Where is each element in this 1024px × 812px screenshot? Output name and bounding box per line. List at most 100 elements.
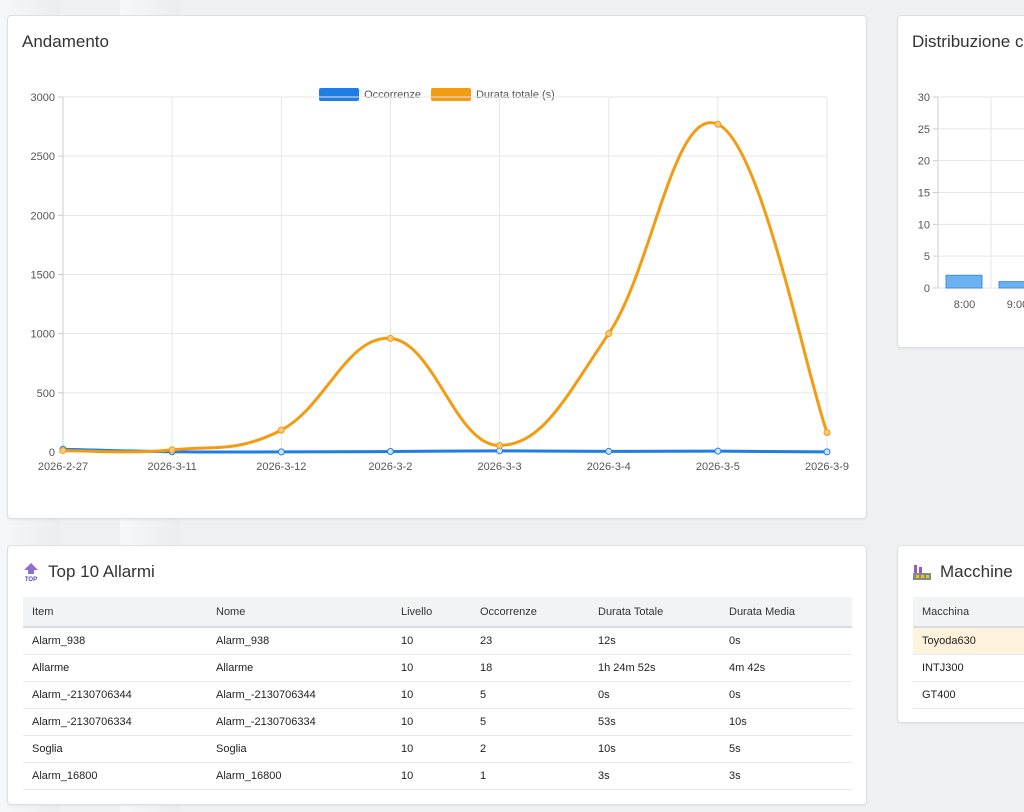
bar: [945, 274, 983, 289]
table-cell: 10: [392, 708, 471, 736]
y-tick-label: 0: [924, 283, 930, 295]
table-cell: Alarm_-2130706344: [23, 681, 207, 709]
y-tick-label: 15: [918, 188, 930, 200]
data-point: [823, 428, 831, 436]
trend-chart: 0 500 1000 1500 2000 2500 3000 2026-2-27 2026-3-…: [31, 92, 850, 473]
data-point: [277, 448, 285, 456]
x-tick-label: 2026-3-2: [368, 461, 412, 473]
table-cell: 53s: [589, 708, 720, 736]
table-row[interactable]: Alarm_-2130706344 Alarm_-2130706344 10 5 0s 0…: [23, 681, 852, 709]
y-tick-label: 2000: [31, 210, 55, 222]
table-cell: Allarme: [207, 654, 392, 682]
machines-header-row: Macchina: [913, 597, 1024, 628]
factory-icon: [912, 563, 932, 581]
table-cell: 10: [392, 681, 471, 709]
top-alarms-header: TOP Top 10 Allarmi: [22, 562, 155, 583]
data-point: [386, 334, 394, 342]
machine-cell: INTJ300: [913, 654, 1024, 682]
table-cell: 0s: [720, 681, 852, 709]
table-cell: Alarm_16800: [207, 762, 392, 790]
y-tick-label: 25: [918, 124, 930, 136]
table-cell: 23: [471, 627, 589, 655]
y-tick-label: 2500: [31, 151, 55, 163]
top-alarms-title: Top 10 Allarmi: [48, 562, 155, 581]
x-tick-label: 2026-3-12: [256, 461, 306, 473]
table-header-row: Item Nome Livello Occorrenze Durata Tota…: [23, 597, 852, 628]
table-cell: 3s: [720, 762, 852, 790]
table-row[interactable]: Soglia Soglia 10 2 10s 5s: [23, 735, 852, 763]
col-durata-totale[interactable]: Durata Totale: [589, 597, 720, 628]
table-row[interactable]: Alarm_16800 Alarm_16800 10 1 3s 3s: [23, 762, 852, 790]
table-cell: 3s: [589, 762, 720, 790]
machine-cell: GT400: [913, 681, 1024, 709]
y-tick-label: 500: [37, 388, 55, 400]
y-tick-label: 1500: [31, 270, 55, 282]
x-tick-label: 8:00: [954, 299, 975, 311]
table-cell: 10s: [720, 708, 852, 736]
table-row[interactable]: Alarm_938 Alarm_938 10 23 12s 0s: [23, 627, 852, 655]
table-cell: Alarm_-2130706334: [23, 708, 207, 736]
table-cell: 1: [471, 762, 589, 790]
table-cell: 12s: [589, 627, 720, 655]
x-tick-label: 2026-3-9: [805, 461, 849, 473]
table-row[interactable]: Allarme Allarme 10 18 1h 24m 52s 4m 42s: [23, 654, 852, 682]
data-point: [823, 448, 831, 456]
y-tick-label: 20: [918, 156, 930, 168]
data-point: [714, 447, 722, 455]
col-nome[interactable]: Nome: [207, 597, 392, 628]
distribution-chart: 0 5 10 15 20 25 30 8:00 9:00: [918, 92, 1024, 311]
table-cell: Alarm_-2130706344: [207, 681, 392, 709]
machine-cell: Toyoda630: [913, 627, 1024, 655]
table-cell: 5: [471, 681, 589, 709]
data-point: [605, 447, 613, 455]
col-occorrenze[interactable]: Occorrenze: [471, 597, 589, 628]
col-item[interactable]: Item: [23, 597, 207, 628]
data-point: [605, 330, 613, 338]
table-cell: 10: [392, 627, 471, 655]
table-cell: 5s: [720, 735, 852, 763]
col-macchina[interactable]: Macchina: [913, 597, 1024, 628]
table-cell: 0s: [589, 681, 720, 709]
trend-card: Andamento Occorrenze Durata totale (s) 0…: [7, 15, 867, 519]
x-tick-label: 9:00: [1007, 299, 1024, 311]
table-cell: 10: [392, 735, 471, 763]
col-durata-media[interactable]: Durata Media: [720, 597, 852, 628]
x-tick-label: 2026-3-3: [478, 461, 522, 473]
x-tick-label: 2026-3-11: [147, 461, 196, 473]
table-cell: 0s: [720, 627, 852, 655]
table-cell: Alarm_16800: [23, 762, 207, 790]
machines-title: Macchine: [940, 562, 1013, 581]
y-tick-label: 30: [918, 92, 930, 104]
x-tick-label: 2026-3-4: [587, 461, 631, 473]
x-tick-label: 2026-3-5: [696, 461, 740, 473]
table-cell: Alarm_938: [23, 627, 207, 655]
table-cell: Soglia: [207, 735, 392, 763]
table-cell: Allarme: [23, 654, 207, 682]
y-tick-label: 10: [918, 219, 930, 231]
y-tick-label: 5: [924, 251, 930, 263]
machine-row[interactable]: GT400: [913, 681, 1024, 709]
table-cell: 2: [471, 735, 589, 763]
machine-row[interactable]: INTJ300: [913, 654, 1024, 682]
table-cell: 10: [392, 654, 471, 682]
table-cell: 18: [471, 654, 589, 682]
y-tick-label: 0: [49, 447, 55, 459]
data-point: [714, 120, 722, 128]
svg-text:TOP: TOP: [25, 577, 37, 582]
series-line-durata: [62, 121, 829, 454]
table-cell: Alarm_-2130706334: [207, 708, 392, 736]
data-point: [168, 446, 176, 454]
x-tick-label: 2026-2-27: [38, 461, 88, 473]
table-cell: 5: [471, 708, 589, 736]
distribution-card: Distribuzione c 0510152025308:009:00: [897, 15, 1024, 348]
y-tick-label: 3000: [31, 92, 55, 104]
table-cell: Soglia: [23, 735, 207, 763]
data-point: [277, 426, 285, 434]
y-tick-label: 1000: [31, 329, 55, 341]
machine-row[interactable]: Toyoda630: [913, 627, 1024, 655]
machines-card: Macchine Macchina Toyoda630 INTJ300 GT400: [897, 545, 1024, 723]
top-alarms-card: TOP Top 10 Allarmi Item Nome Livello Occ…: [7, 545, 867, 805]
table-row[interactable]: Alarm_-2130706334 Alarm_-2130706334 10 5 53s…: [23, 708, 852, 736]
top-alarms-table: Item Nome Livello Occorrenze Durata Tota…: [23, 597, 852, 790]
col-livello[interactable]: Livello: [392, 597, 471, 628]
